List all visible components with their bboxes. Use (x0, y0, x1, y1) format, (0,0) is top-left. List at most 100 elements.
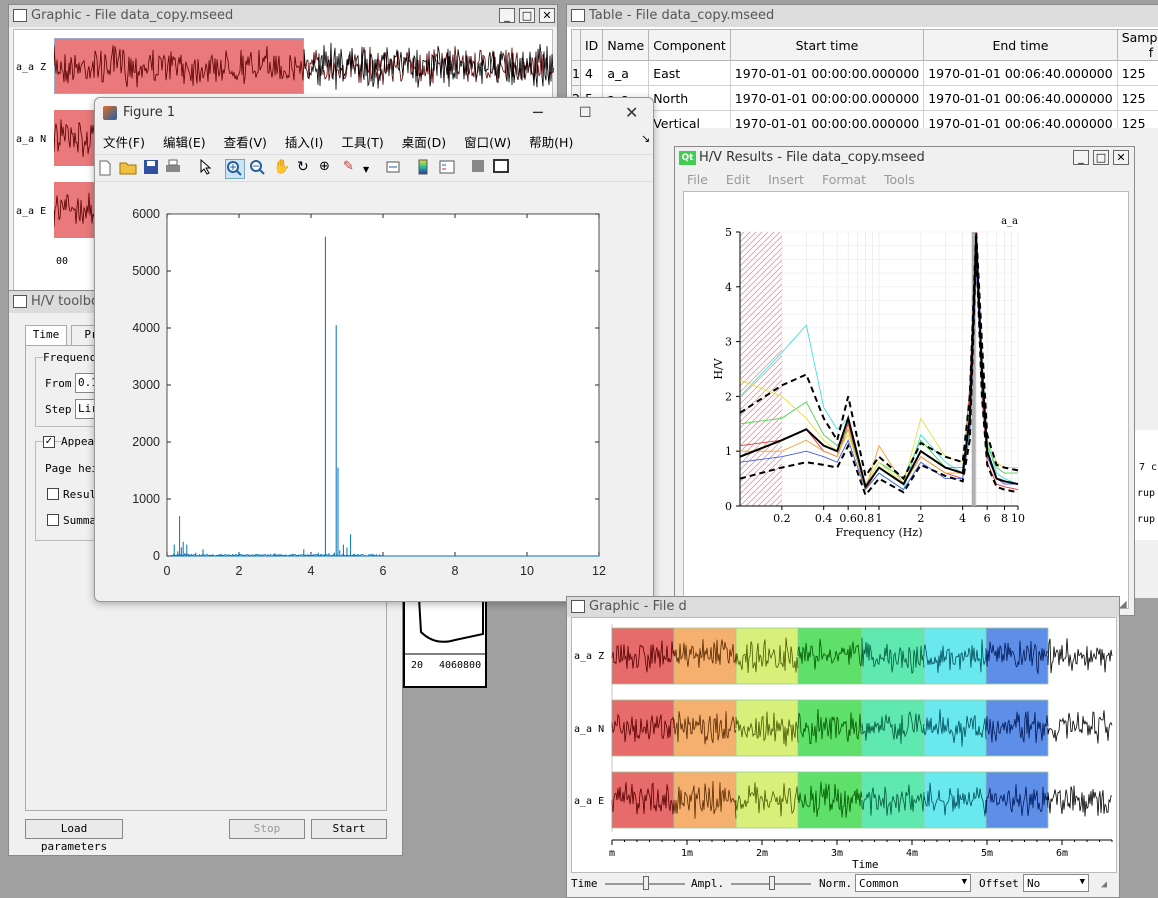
appearance-checkbox[interactable]: ✓ (43, 436, 55, 448)
cell-component[interactable]: North (648, 85, 731, 111)
close-icon[interactable]: ✕ (625, 98, 638, 128)
save-icon[interactable] (143, 159, 163, 179)
menu-edit[interactable]: 编辑(E) (163, 135, 206, 150)
hv-results-titlebar[interactable]: Qt H/V Results - File data_copy.mseed _ … (675, 147, 1134, 169)
x-tick-label: 0.8 (857, 512, 875, 525)
right-edge-text: rup (1137, 514, 1156, 525)
cell-component[interactable]: East (648, 60, 731, 86)
data-cursor-icon[interactable]: ⊕ (319, 159, 339, 179)
hv-curve-plot[interactable]: 0123450.2 0.4 0.6 0.8 1 2 4 6 8 10Frequency (Hz)H… (684, 192, 1128, 608)
close-icon[interactable]: ✕ (1113, 150, 1129, 165)
maximize-icon[interactable]: ☐ (579, 98, 592, 128)
matlab-logo-icon (103, 106, 117, 120)
row-number[interactable]: 1 (571, 60, 581, 86)
cell-sampling[interactable]: 125 (1116, 85, 1158, 111)
graphic-top-titlebar[interactable]: Graphic - File data_copy.mseed _ □ ✕ (9, 5, 557, 27)
menu-file[interactable]: File (687, 172, 708, 187)
rotate-3d-icon[interactable]: ↻ (297, 159, 317, 179)
col-header-component[interactable]: Component (648, 29, 731, 61)
x-tick-label: 10 (520, 564, 534, 578)
menu-tools[interactable]: Tools (884, 172, 915, 187)
maximize-icon[interactable]: □ (519, 8, 535, 23)
menu-tools[interactable]: 工具(T) (341, 135, 383, 150)
plot-axes-box (166, 213, 600, 557)
cell-start-time[interactable]: 1970-01-01 00:00:00.000000 (729, 85, 925, 111)
partial-plot-curve (405, 597, 485, 655)
results-label: Resul (63, 488, 97, 501)
pointer-icon[interactable] (199, 158, 219, 179)
right-edge-text: rup (1137, 488, 1156, 499)
colorbar-icon[interactable] (417, 159, 437, 179)
hv-toolbox-title: H/V toolbo (31, 294, 100, 309)
pan-hand-icon[interactable]: ✋ (273, 159, 293, 179)
menu-edit[interactable]: Edit (726, 172, 750, 187)
show-plot-tools-icon[interactable] (493, 159, 513, 179)
windowed-waveforms: m 1m 2m 3m 4m 5m 6m (609, 624, 1113, 859)
figure1-titlebar[interactable]: Figure 1 ─ ☐ ✕ (95, 98, 653, 128)
menu-insert[interactable]: 插入(I) (285, 135, 323, 150)
minimize-icon[interactable]: _ (1073, 150, 1089, 165)
results-checkbox[interactable] (47, 488, 59, 500)
minimize-icon[interactable]: _ (499, 8, 515, 23)
y-tick-label: 3000 (132, 378, 160, 392)
x-tick-label: 12 (592, 564, 606, 578)
ampl-slider-handle[interactable] (769, 876, 775, 890)
resize-grip-icon[interactable]: ◢ (1101, 879, 1107, 890)
waveform-line (303, 42, 554, 90)
open-folder-icon[interactable] (119, 159, 139, 179)
cell-name[interactable]: a_a (602, 60, 650, 86)
menu-format[interactable]: Format (822, 172, 866, 187)
stop-button[interactable]: Stop (229, 819, 305, 839)
cell-end-time[interactable]: 1970-01-01 00:06:40.000000 (923, 60, 1118, 86)
zoom-out-icon[interactable] (249, 159, 269, 179)
hide-plot-tools-icon[interactable] (471, 159, 491, 179)
maximize-icon[interactable]: □ (1093, 150, 1109, 165)
load-parameters-button[interactable]: Load parameters (25, 819, 123, 853)
col-header-end-time[interactable]: End time (923, 29, 1118, 61)
menu-desktop[interactable]: 桌面(D) (402, 135, 446, 150)
col-header-name[interactable]: Name (602, 29, 650, 61)
graphic-bottom-canvas[interactable]: a_a Z a_a N a_a E m 1m 2m 3m 4m 5m 6m Time (571, 617, 1117, 873)
start-button[interactable]: Start (311, 819, 387, 839)
norm-select[interactable]: Common ▼ (855, 874, 971, 892)
cell-end-time[interactable]: 1970-01-01 00:06:40.000000 (923, 85, 1118, 111)
time-axis-title: Time (852, 858, 879, 871)
partial-plot-tick: 40 (439, 660, 452, 671)
menu-file[interactable]: 文件(F) (103, 135, 145, 150)
print-icon[interactable] (165, 159, 185, 179)
brush-icon[interactable]: ✎ (343, 159, 363, 179)
menu-help[interactable]: 帮助(H) (529, 135, 573, 150)
spectrum-plot[interactable]: 0 2 4 6 8 10 12 0 1000 2000 3000 4000 5000 6000 (95, 184, 653, 600)
tab-time[interactable]: Time (25, 325, 67, 345)
col-header-sampling[interactable]: Sampling f (1116, 29, 1158, 61)
y-tick-label: 0 (725, 500, 732, 513)
legend-icon[interactable] (439, 159, 459, 179)
cell-start-time[interactable]: 1970-01-01 00:00:00.000000 (729, 60, 925, 86)
offset-select[interactable]: No ▼ (1023, 874, 1089, 892)
cell-id[interactable]: 4 (579, 60, 604, 86)
menu-view[interactable]: 查看(V) (224, 135, 267, 150)
graphic-bottom-titlebar[interactable]: Graphic - File d (567, 597, 1119, 617)
page-height-label: Page hei (45, 462, 98, 475)
menu-window[interactable]: 窗口(W) (464, 135, 511, 150)
new-file-icon[interactable] (97, 159, 117, 179)
table-row[interactable]: 2 5 a_a North 1970-01-01 00:00:00.000000… (571, 85, 1158, 111)
data-table: ID Name Component Start time End time Sa… (571, 29, 1158, 136)
chevron-down-icon[interactable]: ▼ (363, 165, 383, 185)
time-slider-handle[interactable] (643, 876, 649, 890)
minimize-icon[interactable]: ─ (533, 98, 543, 128)
x-tick-label: 2 (236, 564, 243, 578)
link-plot-icon[interactable] (385, 159, 405, 179)
close-icon[interactable]: ✕ (539, 8, 555, 23)
menu-insert[interactable]: Insert (768, 172, 804, 187)
offset-label: Offset (979, 877, 1019, 890)
zoom-in-icon[interactable] (225, 159, 245, 179)
menu-dock-arrow-icon[interactable]: ↘ (641, 132, 650, 145)
col-header-id[interactable]: ID (579, 29, 604, 61)
table-row[interactable]: 1 4 a_a East 1970-01-01 00:00:00.000000 … (571, 60, 1158, 86)
resize-grip-icon[interactable]: ◢ (1119, 599, 1127, 610)
cell-sampling[interactable]: 125 (1116, 60, 1158, 86)
table-titlebar[interactable]: Table - File data_copy.mseed (567, 5, 1158, 27)
col-header-start-time[interactable]: Start time (729, 29, 925, 61)
summary-checkbox[interactable] (47, 514, 59, 526)
